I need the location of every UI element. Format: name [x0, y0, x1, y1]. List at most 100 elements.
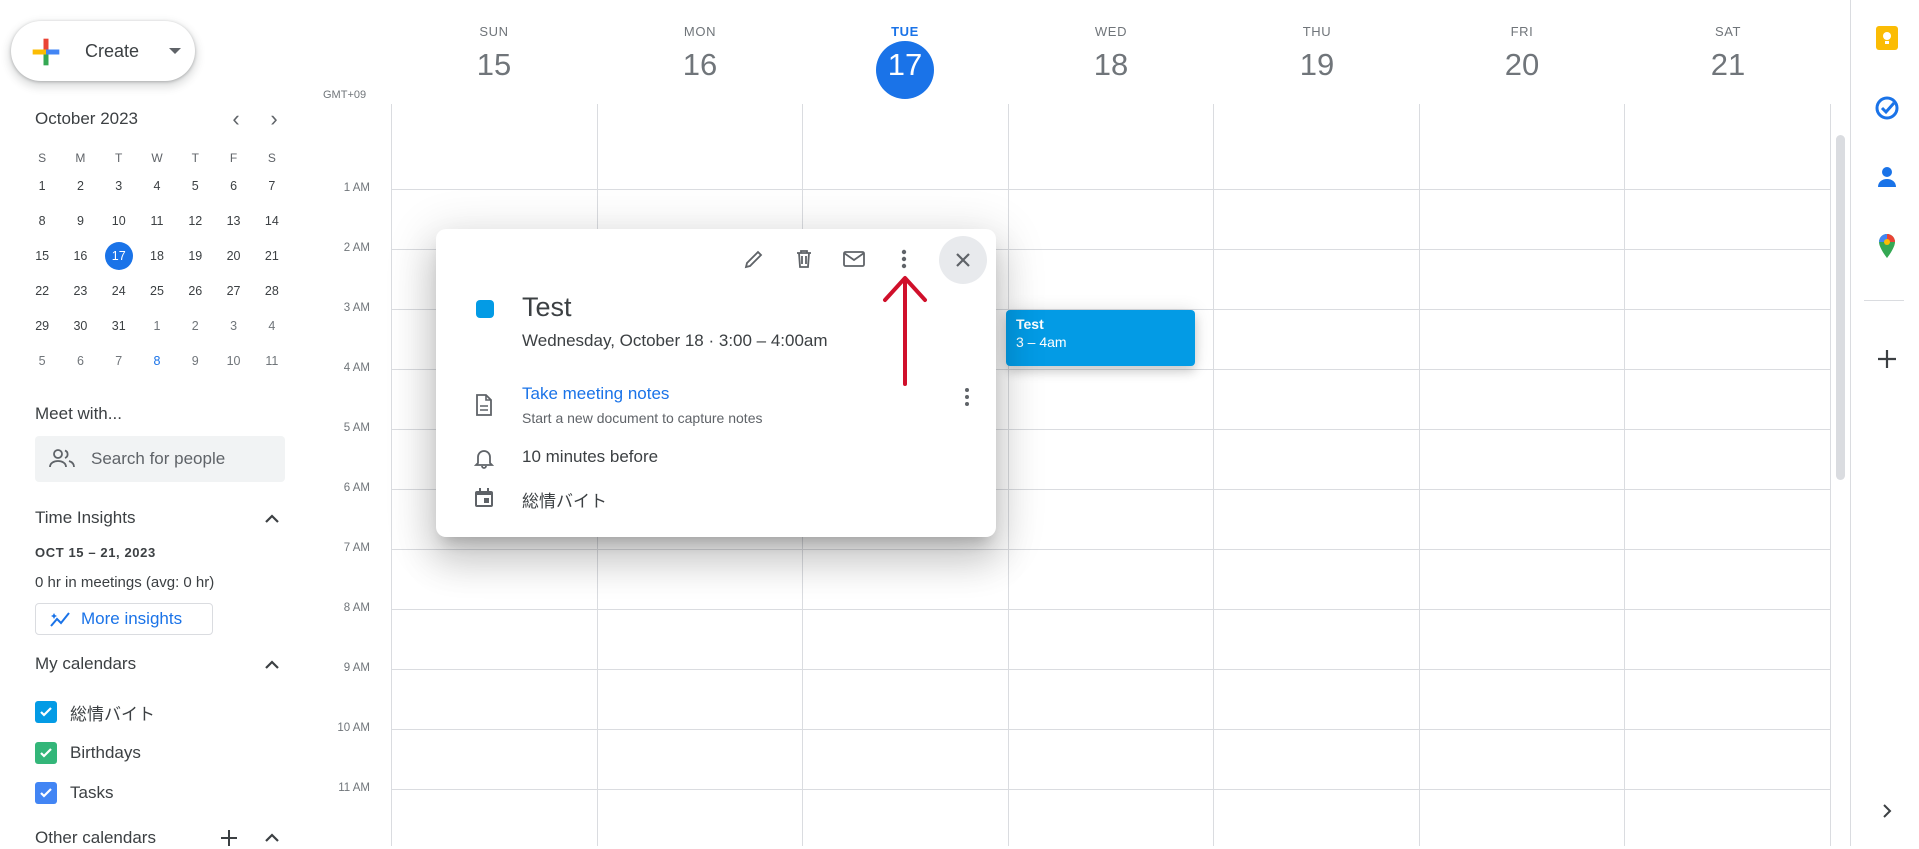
chevron-left-icon[interactable]: ‹ [223, 106, 249, 132]
mini-day-cell[interactable]: 7 [100, 343, 138, 378]
day-number[interactable]: 16 [630, 47, 770, 83]
reminder-text: 10 minutes before [522, 447, 659, 466]
calendar-item[interactable]: Birthdays [35, 740, 141, 766]
tasks-icon[interactable] [1873, 94, 1901, 122]
event-title: Test [522, 292, 572, 322]
bell-icon [471, 445, 497, 471]
email-icon[interactable] [841, 246, 867, 272]
edit-icon[interactable] [741, 246, 767, 272]
calendar-item-label: Tasks [70, 783, 114, 802]
mini-day-number: 9 [191, 353, 199, 368]
checkbox-checked-icon[interactable] [35, 782, 57, 804]
mini-day-cell[interactable]: 30 [61, 308, 99, 343]
day-header[interactable]: SAT 21 [1658, 24, 1798, 83]
mini-day-cell[interactable]: 16 [61, 238, 99, 273]
mini-day-cell[interactable]: 21 [253, 238, 291, 273]
day-number[interactable]: 18 [1041, 47, 1181, 83]
mini-day-cell[interactable]: 9 [176, 343, 214, 378]
take-meeting-notes-link[interactable]: Take meeting notes [522, 384, 669, 404]
mini-day-cell[interactable]: 26 [176, 273, 214, 308]
day-header[interactable]: FRI 20 [1452, 24, 1592, 83]
mini-day-cell[interactable]: 2 [176, 308, 214, 343]
more-options-icon[interactable] [891, 246, 917, 272]
mini-day-cell[interactable]: 20 [214, 238, 252, 273]
maps-icon[interactable] [1873, 232, 1901, 260]
mini-day-number: 24 [111, 283, 126, 298]
mini-day-cell[interactable]: 25 [138, 273, 176, 308]
calendar-item[interactable]: Tasks [35, 780, 113, 806]
mini-day-cell[interactable]: 10 [100, 203, 138, 238]
chevron-up-icon[interactable] [261, 508, 283, 530]
calendar-icon [471, 485, 497, 511]
mini-day-cell[interactable]: 5 [23, 343, 61, 378]
day-header[interactable]: MON 16 [630, 24, 770, 83]
hour-label: 7 AM [343, 542, 370, 554]
mini-day-cell[interactable]: 22 [23, 273, 61, 308]
close-button[interactable] [939, 236, 987, 284]
mini-day-cell[interactable]: 8 [138, 343, 176, 378]
mini-day-cell[interactable]: 6 [61, 343, 99, 378]
mini-day-cell[interactable]: 29 [23, 308, 61, 343]
day-number[interactable]: 21 [1658, 47, 1798, 83]
mini-day-cell[interactable]: 4 [253, 308, 291, 343]
caret-down-icon[interactable] [169, 48, 181, 54]
create-button[interactable]: Create [11, 21, 195, 81]
mini-day-cell[interactable]: 12 [176, 203, 214, 238]
more-insights-button[interactable]: More insights [35, 603, 213, 635]
mini-day-cell[interactable]: 3 [214, 308, 252, 343]
chevron-up-icon[interactable] [261, 654, 283, 676]
mini-day-cell[interactable]: 27 [214, 273, 252, 308]
checkbox-checked-icon[interactable] [35, 701, 57, 723]
day-number[interactable]: 15 [424, 47, 564, 83]
mini-day-cell[interactable]: 31 [100, 308, 138, 343]
mini-day-cell[interactable]: 6 [214, 168, 252, 203]
day-header[interactable]: WED 18 [1041, 24, 1181, 83]
mini-day-cell[interactable]: 13 [214, 203, 252, 238]
mini-day-cell[interactable]: 23 [61, 273, 99, 308]
mini-day-cell[interactable]: 3 [100, 168, 138, 203]
mini-day-cell[interactable]: 14 [253, 203, 291, 238]
keep-icon[interactable] [1873, 24, 1901, 52]
scrollbar[interactable] [1836, 135, 1845, 480]
day-header[interactable]: THU 19 [1247, 24, 1387, 83]
mini-day-cell[interactable]: 19 [176, 238, 214, 273]
calendar-item[interactable]: 総情バイト [35, 699, 155, 725]
chevron-right-icon[interactable]: › [261, 106, 287, 132]
mini-weekday-label: M [75, 151, 86, 165]
event-chip[interactable]: Test 3 – 4am [1006, 310, 1195, 366]
mini-day-number: 26 [188, 283, 203, 298]
checkbox-checked-icon[interactable] [35, 742, 57, 764]
mini-day-cell[interactable]: 17 [100, 238, 138, 273]
add-icon[interactable] [1873, 345, 1901, 373]
chevron-right-icon[interactable] [1873, 797, 1901, 825]
day-number[interactable]: 20 [1452, 47, 1592, 83]
mini-day-cell[interactable]: 1 [23, 168, 61, 203]
mini-day-cell[interactable]: 9 [61, 203, 99, 238]
mini-day-cell[interactable]: 15 [23, 238, 61, 273]
mini-day-number: 29 [35, 318, 50, 333]
contacts-icon[interactable] [1873, 163, 1901, 191]
insights-date-range: OCT 15 – 21, 2023 [35, 545, 156, 560]
delete-icon[interactable] [791, 246, 817, 272]
mini-day-cell[interactable]: 11 [138, 203, 176, 238]
mini-day-cell[interactable]: 5 [176, 168, 214, 203]
mini-day-cell[interactable]: 28 [253, 273, 291, 308]
grid-hour-line [391, 609, 1831, 610]
mini-day-cell[interactable]: 10 [214, 343, 252, 378]
mini-day-cell[interactable]: 7 [253, 168, 291, 203]
day-number[interactable]: 17 [835, 47, 975, 83]
notes-more-options-icon[interactable] [954, 384, 980, 410]
search-people-input[interactable]: Search for people [35, 436, 285, 482]
mini-day-cell[interactable]: 11 [253, 343, 291, 378]
mini-day-number: 1 [38, 178, 46, 193]
day-header[interactable]: TUE 17 [835, 24, 975, 83]
mini-day-number: 18 [150, 248, 164, 263]
mini-day-cell[interactable]: 24 [100, 273, 138, 308]
mini-day-cell[interactable]: 2 [61, 168, 99, 203]
mini-day-cell[interactable]: 18 [138, 238, 176, 273]
mini-day-cell[interactable]: 8 [23, 203, 61, 238]
day-header[interactable]: SUN 15 [424, 24, 564, 83]
mini-day-cell[interactable]: 1 [138, 308, 176, 343]
mini-day-cell[interactable]: 4 [138, 168, 176, 203]
day-number[interactable]: 19 [1247, 47, 1387, 83]
